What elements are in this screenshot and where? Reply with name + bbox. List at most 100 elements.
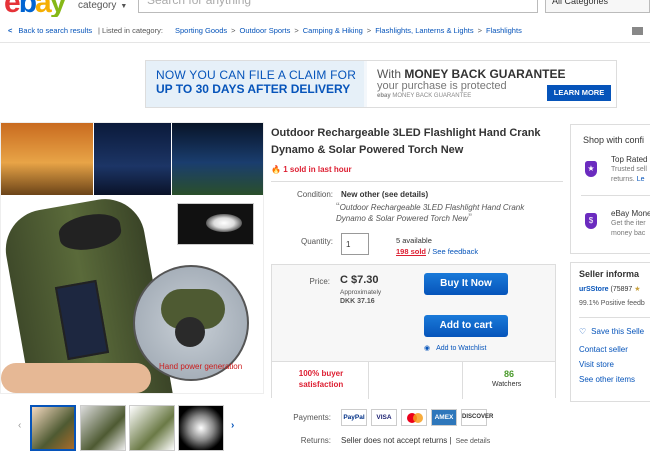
crumb-flashlights-lanterns[interactable]: Flashlights, Lanterns & Lights: [375, 26, 473, 35]
crumb-flashlights[interactable]: Flashlights: [486, 26, 522, 35]
guarantee-panel: With MONEY BACK GUARANTEE your purchase …: [367, 61, 616, 107]
chevron-down-icon: ▼: [120, 3, 128, 10]
heart-icon: ♡: [579, 327, 587, 336]
claim-line-2: UP TO 30 DAYS AFTER DELIVERY: [156, 82, 351, 96]
listed-in-label: | Listed in category:: [98, 26, 163, 35]
contact-seller-link[interactable]: Contact seller: [579, 345, 628, 354]
available-count: 5 available: [396, 236, 432, 245]
buy-box: Price: C $7.30 Approximately DKK 37.16 B…: [271, 264, 556, 399]
visa-icon: VISA: [371, 409, 397, 426]
item-stats: 100% buyer satisfaction 86 Watchers: [272, 361, 555, 399]
save-seller-link[interactable]: ♡ Save this Selle: [579, 327, 644, 336]
positive-feedback: 99.1% Positive feedb: [579, 300, 645, 307]
shop-by-category[interactable]: category ▼: [78, 0, 127, 11]
item-title: Outdoor Rechargeable 3LED Flashlight Han…: [271, 127, 541, 156]
returns-label: Returns:: [300, 436, 331, 445]
guarantee-line-1: With MONEY BACK GUARANTEE: [377, 67, 566, 81]
money-back-desc-1: Get the iter: [611, 220, 646, 227]
shop-with-confidence: Shop with confi ★ Top Rated Trusted sell…: [570, 124, 650, 254]
fire-icon: 🔥: [271, 165, 281, 174]
approx-label: Approximately: [340, 289, 382, 296]
category-select[interactable]: All Categories: [545, 0, 650, 13]
guarantee-mini-logo: ebay MONEY BACK GUARANTEE: [377, 93, 472, 99]
see-feedback-link[interactable]: See feedback: [432, 247, 478, 256]
sold-count: 198 sold / See feedback: [396, 247, 479, 256]
money-back-desc-2: money bac: [611, 230, 646, 237]
watchers-label: Watchers: [492, 381, 522, 388]
divider: [271, 181, 563, 182]
amex-icon: AMEX: [431, 409, 457, 426]
star-icon: ★: [634, 286, 641, 293]
breadcrumb: < Back to search results | Listed in cate…: [0, 20, 650, 43]
thumbnail-2[interactable]: [80, 405, 126, 451]
mail-icon[interactable]: [632, 27, 643, 35]
crumb-sporting-goods[interactable]: Sporting Goods: [175, 26, 227, 35]
price-value: C $7.30: [340, 274, 379, 286]
top-rated-desc-2: returns. Le: [611, 176, 645, 183]
quantity-label: Quantity:: [300, 237, 333, 246]
visit-store-link[interactable]: Visit store: [579, 360, 614, 369]
discover-icon: DISCOVER: [461, 409, 493, 426]
paypal-icon: PayPal: [341, 409, 367, 426]
thumbnail-1[interactable]: [30, 405, 76, 451]
seller-heading: Seller informa: [579, 269, 640, 279]
seller-name: urSStore (75897 ★: [579, 286, 641, 293]
divider: [368, 362, 369, 399]
learn-more-button[interactable]: LEARN MORE: [547, 85, 611, 101]
payments-label: Payments:: [293, 413, 331, 422]
chevron-right-icon[interactable]: ›: [231, 420, 234, 431]
photo-night-user: [94, 123, 171, 195]
back-to-results-link[interactable]: < Back to search results: [8, 26, 92, 35]
add-to-cart-button[interactable]: Add to cart: [424, 315, 508, 337]
search-input[interactable]: Search for anything: [138, 0, 538, 13]
crumb-camping-hiking[interactable]: Camping & Hiking: [303, 26, 363, 35]
see-other-items-link[interactable]: See other items: [579, 375, 635, 384]
see-details-link[interactable]: See details: [456, 438, 491, 445]
ebay-logo[interactable]: ebay: [4, 0, 66, 17]
add-to-watchlist-link[interactable]: ◉ Add to Watchlist: [424, 344, 486, 352]
money-back-icon: $: [585, 213, 597, 229]
seller-link[interactable]: urSStore: [579, 286, 609, 293]
quantity-input[interactable]: 1: [341, 233, 369, 255]
shop-confidence-heading: Shop with confi: [583, 135, 645, 145]
money-back-title: eBay Mone: [611, 209, 650, 218]
money-back-banner[interactable]: NOW YOU CAN FILE A CLAIM FOR UP TO 30 DA…: [145, 60, 617, 108]
claim-panel: NOW YOU CAN FILE A CLAIM FOR UP TO 30 DA…: [146, 61, 364, 107]
photo-camping-tent: [172, 123, 263, 195]
top-header: ebay category ▼ Search for anything All C…: [0, 0, 650, 17]
thumbnail-4[interactable]: [178, 405, 224, 451]
category-path: Sporting Goods > Outdoor Sports > Camping & …: [175, 26, 522, 35]
main-product-image[interactable]: Hand power generation: [0, 122, 264, 394]
divider: [579, 317, 650, 318]
buyer-satisfaction: 100% buyer satisfaction: [298, 369, 344, 389]
returns-value: Seller does not accept returns | See deta…: [341, 436, 491, 445]
sold-last-hour: 🔥 1 sold in last hour: [271, 165, 352, 174]
chevron-left-icon: <: [8, 26, 13, 35]
top-rated-title: Top Rated: [611, 155, 648, 164]
buy-it-now-button[interactable]: Buy It Now: [424, 273, 508, 295]
condition-label: Condition:: [296, 190, 333, 199]
learn-more-link[interactable]: Le: [637, 176, 645, 183]
divider: [462, 362, 463, 399]
light-beam-photo: [177, 203, 254, 245]
top-rated-desc-1: Trusted sell: [611, 166, 647, 173]
photo-cyclist: [1, 123, 93, 195]
hand: [1, 363, 151, 393]
converted-price: DKK 37.16: [340, 298, 375, 305]
image-caption: Hand power generation: [159, 362, 243, 371]
watchers-count: 86: [504, 369, 515, 379]
guarantee-line-2: your purchase is protected: [377, 80, 507, 92]
crumb-outdoor-sports[interactable]: Outdoor Sports: [240, 26, 291, 35]
price-label: Price:: [309, 277, 330, 286]
condition-value: New other (see details): [341, 190, 429, 199]
thumbnail-3[interactable]: [129, 405, 175, 451]
mastercard-icon: [401, 409, 427, 426]
claim-line-1: NOW YOU CAN FILE A CLAIM FOR: [156, 68, 357, 82]
eye-icon: ◉: [424, 345, 431, 352]
divider: [581, 195, 650, 196]
sold-link[interactable]: 198 sold: [396, 247, 426, 256]
seller-information: Seller informa urSStore (75897 ★ 99.1% P…: [570, 262, 650, 402]
top-rated-icon: ★: [585, 161, 597, 177]
chevron-left-icon[interactable]: ‹: [18, 420, 21, 431]
condition-quote: “Outdoor Rechargeable 3LED Flashlight Ha…: [336, 201, 525, 224]
